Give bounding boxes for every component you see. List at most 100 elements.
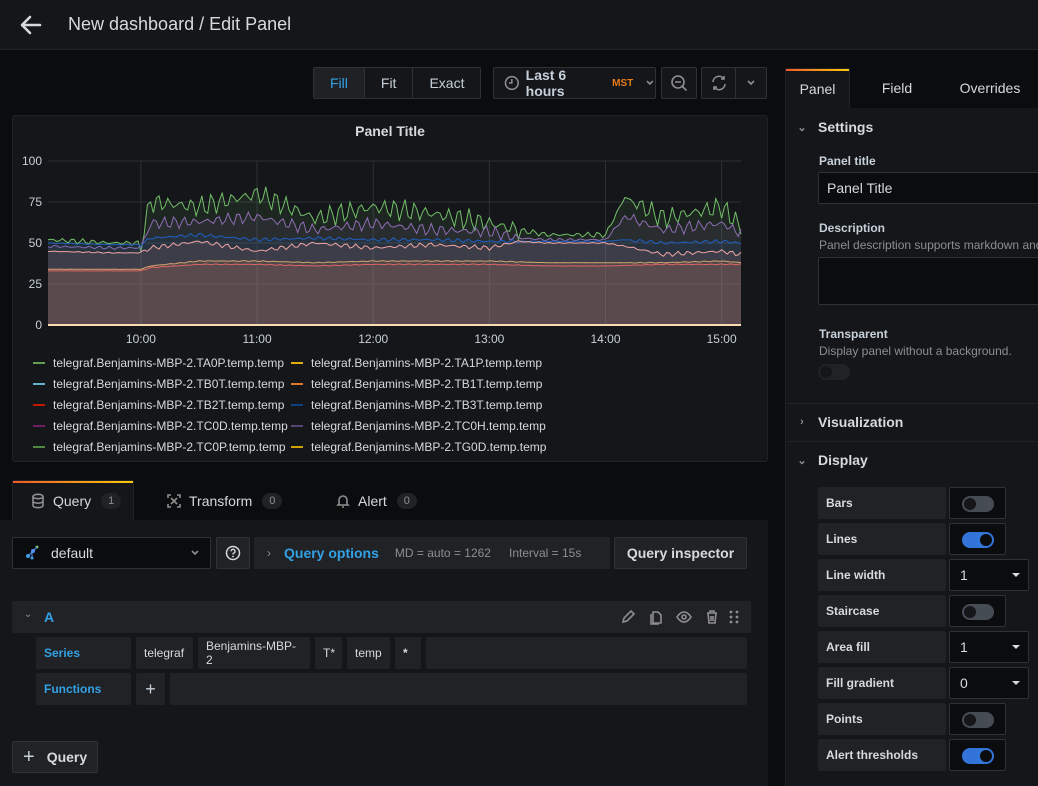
query-inspector-button[interactable]: Query inspector — [614, 537, 747, 569]
visualization-section-header[interactable]: › Visualization — [786, 403, 1038, 441]
series-segment-wildcard[interactable]: * — [395, 637, 421, 669]
chevron-down-icon: ⌄ — [797, 454, 807, 467]
description-input[interactable] — [818, 257, 1038, 305]
legend-item[interactable]: telegraf.Benjamins-MBP-2.TB2T.temp.temp — [33, 398, 284, 412]
legend-swatch — [291, 446, 303, 448]
toggle-switch — [962, 748, 994, 764]
refresh-interval-dropdown[interactable] — [736, 68, 766, 98]
display-section-header[interactable]: ⌄ Display — [786, 441, 1038, 479]
display-option-row: Points — [818, 703, 1028, 735]
legend-swatch — [291, 383, 303, 385]
drag-handle-icon[interactable] — [728, 609, 740, 625]
display-option-label: Staircase — [818, 595, 946, 627]
settings-section-header[interactable]: ⌄ Settings — [786, 108, 1038, 146]
legend-item[interactable]: telegraf.Benjamins-MBP-2.TG0D.temp.temp — [291, 440, 546, 454]
legend-label: telegraf.Benjamins-MBP-2.TA0P.temp.temp — [53, 356, 284, 370]
datasource-picker[interactable]: default — [12, 537, 211, 569]
tab-alert-label: Alert — [358, 492, 387, 509]
time-range-picker[interactable]: Last 6 hours MST — [493, 67, 656, 99]
tab-overrides[interactable]: Overrides — [950, 68, 1030, 109]
zoom-out-button[interactable] — [661, 67, 697, 99]
display-option-row: Fill gradient 0 — [818, 667, 1029, 699]
plus-icon: + — [23, 745, 35, 768]
clock-icon — [504, 75, 519, 91]
legend-swatch — [291, 362, 303, 364]
graph-chart: 0 25 50 75 100 10:00 11:00 12:00 13:00 14:00 15:00 — [22, 154, 742, 346]
tab-field[interactable]: Field — [865, 68, 929, 109]
chevron-down-icon — [191, 550, 199, 556]
eye-icon[interactable] — [676, 609, 692, 625]
series-segment[interactable]: Benjamins-MBP-2 — [198, 637, 310, 669]
tab-panel[interactable]: Panel — [785, 68, 850, 109]
add-function-button[interactable]: + — [136, 673, 165, 705]
edit-icon[interactable] — [620, 609, 636, 625]
duplicate-icon[interactable] — [648, 609, 664, 625]
legend-item[interactable]: telegraf.Benjamins-MBP-2.TB3T.temp.temp — [291, 398, 542, 412]
transparent-toggle[interactable] — [818, 364, 850, 380]
x-tick-label: 15:00 — [707, 332, 737, 346]
trash-icon[interactable] — [704, 609, 720, 625]
query-ref-id[interactable]: A — [44, 609, 54, 625]
y-tick-label: 100 — [22, 154, 42, 168]
legend-label: telegraf.Benjamins-MBP-2.TC0D.temp.temp — [53, 419, 288, 433]
legend-item[interactable]: telegraf.Benjamins-MBP-2.TC0H.temp.temp — [291, 419, 546, 433]
series-segment-add[interactable] — [426, 637, 747, 669]
panel-title-input[interactable] — [818, 172, 1038, 204]
points-toggle[interactable] — [949, 703, 1006, 735]
help-icon — [225, 545, 241, 561]
query-options-toggle[interactable]: › Query options MD = auto = 1262 Interva… — [254, 537, 610, 569]
fit-mode-button[interactable]: Fit — [365, 68, 414, 98]
select-value: 0 — [960, 675, 968, 691]
legend-item[interactable]: telegraf.Benjamins-MBP-2.TB1T.temp.temp — [291, 377, 542, 391]
collapse-chevron-icon[interactable]: ⌄ — [24, 609, 32, 620]
line-width-select[interactable]: 1 — [949, 559, 1029, 591]
visualization-section-label: Visualization — [818, 414, 904, 430]
staircase-toggle[interactable] — [949, 595, 1006, 627]
tab-query[interactable]: Query 1 — [12, 480, 134, 521]
refresh-button[interactable] — [702, 68, 736, 98]
legend-item[interactable]: telegraf.Benjamins-MBP-2.TC0P.temp.temp — [33, 440, 286, 454]
add-query-label: Query — [46, 749, 88, 765]
legend-item[interactable]: telegraf.Benjamins-MBP-2.TB0T.temp.temp — [33, 377, 284, 391]
legend-item[interactable]: telegraf.Benjamins-MBP-2.TC0D.temp.temp — [33, 419, 288, 433]
legend-swatch — [33, 404, 45, 406]
query-row-header[interactable]: ⌄ A — [12, 601, 751, 633]
toggle-knob — [964, 606, 976, 618]
tab-transform[interactable]: Transform 0 — [167, 480, 283, 521]
panel-title-label: Panel title — [819, 154, 876, 168]
fill-gradient-select[interactable]: 0 — [949, 667, 1029, 699]
caret-down-icon — [1012, 681, 1020, 685]
display-option-row: Staircase — [818, 595, 1028, 627]
help-button[interactable] — [216, 537, 250, 569]
x-tick-label: 13:00 — [474, 332, 504, 346]
y-tick-label: 0 — [35, 318, 42, 332]
tab-query-label: Query — [53, 493, 92, 509]
area-fill-select[interactable]: 1 — [949, 631, 1029, 663]
top-bar: New dashboard / Edit Panel — [0, 0, 1038, 50]
query-options-label: Query options — [284, 545, 379, 561]
y-tick-label: 25 — [29, 277, 43, 291]
series-segment[interactable]: temp — [347, 637, 390, 669]
series-segment[interactable]: telegraf — [136, 637, 193, 669]
alert-thresholds-toggle[interactable] — [949, 739, 1006, 771]
x-tick-label: 12:00 — [358, 332, 388, 346]
legend-label: telegraf.Benjamins-MBP-2.TB1T.temp.temp — [311, 377, 543, 391]
series-segment[interactable]: T* — [315, 637, 342, 669]
add-query-button[interactable]: + Query — [12, 741, 98, 773]
bars-toggle[interactable] — [949, 487, 1006, 519]
lines-toggle[interactable] — [949, 523, 1006, 555]
x-tick-label: 11:00 — [242, 332, 271, 346]
legend-item[interactable]: telegraf.Benjamins-MBP-2.TA0P.temp.temp — [33, 356, 284, 370]
graphite-logo-icon — [26, 545, 39, 560]
display-option-row: Lines — [818, 523, 1028, 555]
panel-preview: Panel Title 0 25 50 75 100 10:00 11:00 12:00 13:… — [12, 115, 768, 462]
back-arrow-icon[interactable] — [18, 12, 44, 38]
alert-count-badge: 0 — [396, 492, 417, 509]
legend-swatch — [33, 362, 45, 364]
legend-item[interactable]: telegraf.Benjamins-MBP-2.TA1P.temp.temp — [291, 356, 542, 370]
refresh-group — [701, 67, 767, 99]
select-value: 1 — [960, 567, 968, 583]
tab-alert[interactable]: Alert 0 — [336, 480, 417, 521]
fill-mode-button[interactable]: Fill — [314, 68, 365, 98]
exact-mode-button[interactable]: Exact — [413, 68, 480, 98]
